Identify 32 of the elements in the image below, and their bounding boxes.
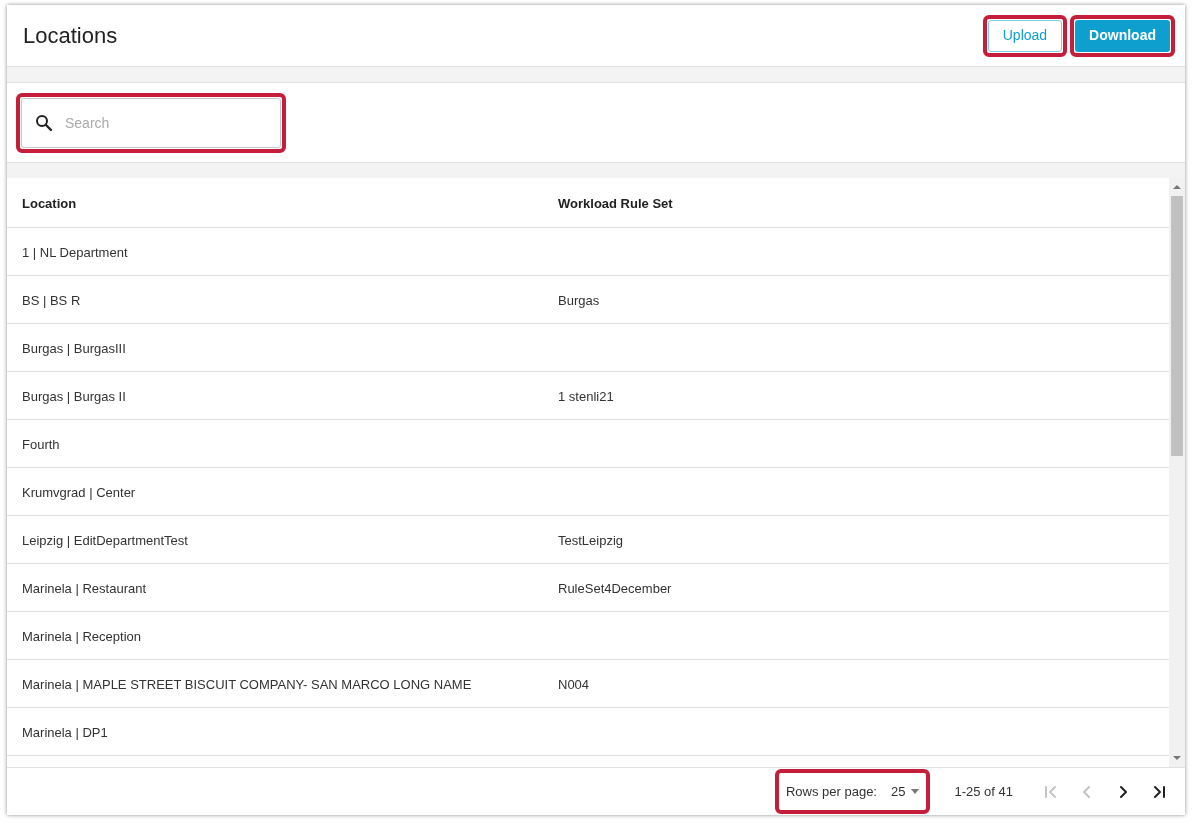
page-title: Locations [23,22,118,50]
table-cell: BS | BS R [22,292,81,308]
search-field[interactable]: Search [21,97,281,148]
download-button[interactable]: Download [1075,19,1170,52]
table-cell: TestLeipzig [558,532,624,548]
table-cell: Leipzig | EditDepartmentTest [22,532,188,548]
table-cell: 1 | NL Department [22,244,128,260]
page-range: 1-25 of 41 [954,782,1013,801]
rows-per-page-label: Rows per page: [785,782,877,801]
rows-per-page-select[interactable]: 25 [891,781,920,802]
table-cell: Burgas | Burgas II [22,388,126,404]
table-cell: Fourth [22,436,60,452]
table-cell: Burgas | BurgasIII [22,340,126,356]
table-cell: Marinela | DP1 [22,724,108,740]
dropdown-caret-icon [911,789,920,794]
first-page-icon [1043,783,1059,800]
table-cell: Marinela | MAPLE STREET BISCUIT COMPANY- SAN MARCO LONG NAME [22,676,472,692]
table-cell: Burgas [558,292,600,308]
table-cell: N004 [558,676,590,692]
scroll-down-icon [1173,755,1181,761]
last-page-icon [1151,783,1167,800]
table-cell: Marinela | Restaurant [22,580,147,596]
upload-button[interactable]: Upload [987,19,1063,52]
table-cell: 1 stenli21 [558,388,614,404]
search-icon [35,113,53,132]
scroll-up-icon [1173,184,1181,190]
table-cell: Marinela | Reception [22,628,141,644]
column-header: Location [22,195,77,211]
table-cell: RuleSet4December [558,580,672,596]
scrollbar[interactable] [1169,178,1185,767]
column-header: Workload Rule Set [558,195,673,211]
table-cell: Krumvgrad | Center [22,484,136,500]
